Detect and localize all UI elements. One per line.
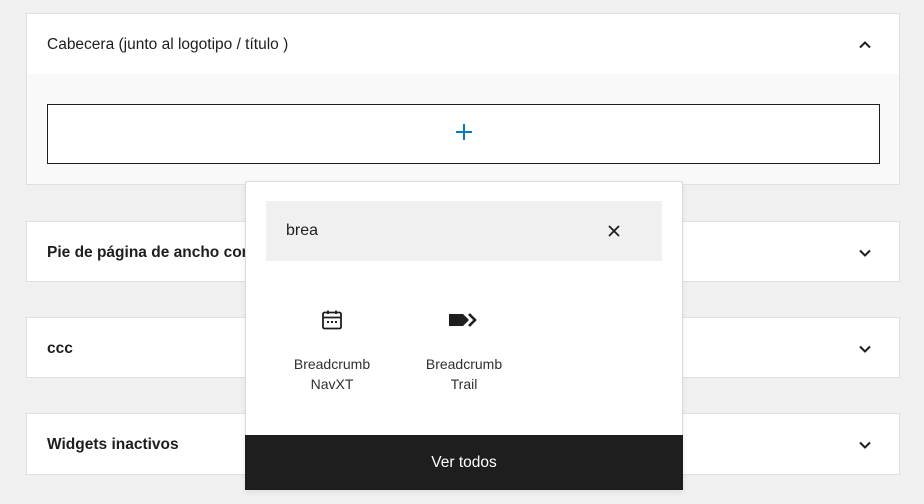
chevron-down-icon[interactable] (857, 341, 873, 357)
block-result-breadcrumb-navxt[interactable]: Breadcrumb NavXT (272, 300, 392, 394)
plus-icon (455, 123, 473, 146)
block-result-breadcrumb-trail[interactable]: Breadcrumb Trail (404, 300, 524, 394)
close-icon[interactable] (604, 221, 624, 241)
panel-body (27, 74, 899, 184)
block-inserter-popover: Breadcrumb NavXT Breadcrumb Trail Ver to… (245, 181, 683, 490)
block-result-label: Breadcrumb NavXT (293, 356, 371, 392)
panel-title: Widgets inactivos (47, 435, 179, 453)
panel-title: Cabecera (junto al logotipo / título ) (47, 35, 289, 53)
search-input[interactable] (286, 222, 586, 240)
chevron-down-icon[interactable] (857, 437, 873, 453)
add-block-button[interactable] (47, 104, 880, 164)
browse-all-button[interactable]: Ver todos (245, 435, 683, 490)
panel-title: ccc (47, 339, 73, 357)
block-search (266, 201, 662, 261)
calendar-icon (272, 300, 392, 340)
tag-arrow-icon (404, 300, 524, 340)
chevron-up-icon[interactable] (857, 37, 873, 53)
panel-toggle[interactable]: Cabecera (junto al logotipo / título ) (27, 14, 899, 75)
widget-area-header: Cabecera (junto al logotipo / título ) (26, 13, 900, 185)
block-result-label: Breadcrumb Trail (425, 356, 503, 392)
chevron-down-icon[interactable] (857, 245, 873, 261)
